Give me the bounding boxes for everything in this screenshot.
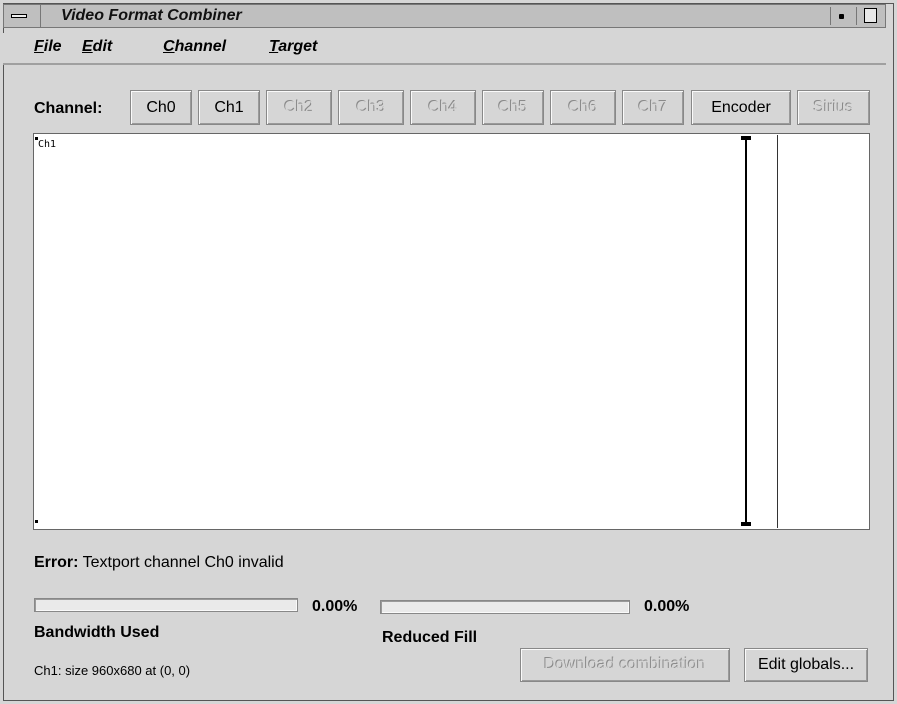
channel-button-ch0[interactable]: Ch0	[130, 90, 192, 125]
window-menu-button[interactable]	[8, 8, 30, 24]
menu-channel-mnemonic: C	[163, 38, 175, 55]
reduced-fill-label: Reduced Fill	[382, 629, 478, 646]
encoder-button[interactable]: Encoder	[691, 90, 791, 125]
maximize-button[interactable]	[856, 7, 883, 25]
canvas-boundary-line	[777, 135, 778, 528]
canvas-channel-label: Ch1	[38, 139, 57, 150]
error-label: Error:	[34, 554, 79, 571]
edit-globals-button[interactable]: Edit globals...	[744, 648, 868, 682]
menu-channel-label: hannel	[174, 38, 227, 55]
channel-button-ch5[interactable]: Ch5	[482, 90, 544, 125]
channel-status-text: Ch1: size 960x680 at (0, 0)	[34, 663, 191, 678]
menu-channel[interactable]: Channel	[163, 38, 226, 56]
error-text: Textport channel Ch0 invalid	[82, 554, 284, 571]
menu-target[interactable]: Target	[269, 38, 317, 56]
menu-edit[interactable]: Edit	[82, 38, 112, 56]
menu-target-mnemonic: T	[269, 38, 279, 55]
menu-file-label: ile	[43, 38, 62, 55]
maximize-icon	[864, 8, 877, 23]
download-combination-button[interactable]: Download combination	[520, 648, 730, 682]
channel-button-ch1[interactable]: Ch1	[198, 90, 260, 125]
bandwidth-percent: 0.00%	[312, 598, 358, 615]
error-message: Error: Textport channel Ch0 invalid	[34, 554, 284, 572]
menu-edit-mnemonic: E	[82, 38, 93, 55]
reduced-fill-progress-bar	[380, 600, 630, 614]
minimize-button[interactable]	[830, 7, 853, 25]
menu-edit-label: dit	[92, 38, 113, 55]
channel-button-ch6[interactable]: Ch6	[550, 90, 616, 125]
channel-button-ch2[interactable]: Ch2	[266, 90, 332, 125]
title-divider	[40, 5, 41, 27]
menu-file-mnemonic: F	[34, 38, 44, 55]
canvas-corner-bottom-left	[35, 520, 38, 523]
title-bar[interactable]: Video Format Combiner	[3, 4, 886, 28]
bandwidth-label: Bandwidth Used	[34, 624, 160, 641]
bandwidth-progress-bar	[34, 598, 298, 612]
window-title: Video Format Combiner	[61, 7, 242, 24]
menu-file[interactable]: File	[34, 38, 62, 56]
channel-button-ch7[interactable]: Ch7	[622, 90, 684, 125]
menu-target-label: arget	[278, 38, 318, 55]
reduced-fill-percent: 0.00%	[644, 598, 690, 615]
menu-bar	[3, 33, 886, 65]
sirius-button[interactable]: Sirius	[797, 90, 870, 125]
channel-region-right-edge[interactable]	[745, 138, 747, 526]
window-menu-icon	[11, 14, 27, 18]
channel-region-bottom-handle[interactable]	[741, 522, 751, 526]
channel-button-ch4[interactable]: Ch4	[410, 90, 476, 125]
channel-label: Channel:	[34, 100, 103, 117]
channel-button-ch3[interactable]: Ch3	[338, 90, 404, 125]
minimize-icon	[839, 14, 844, 19]
